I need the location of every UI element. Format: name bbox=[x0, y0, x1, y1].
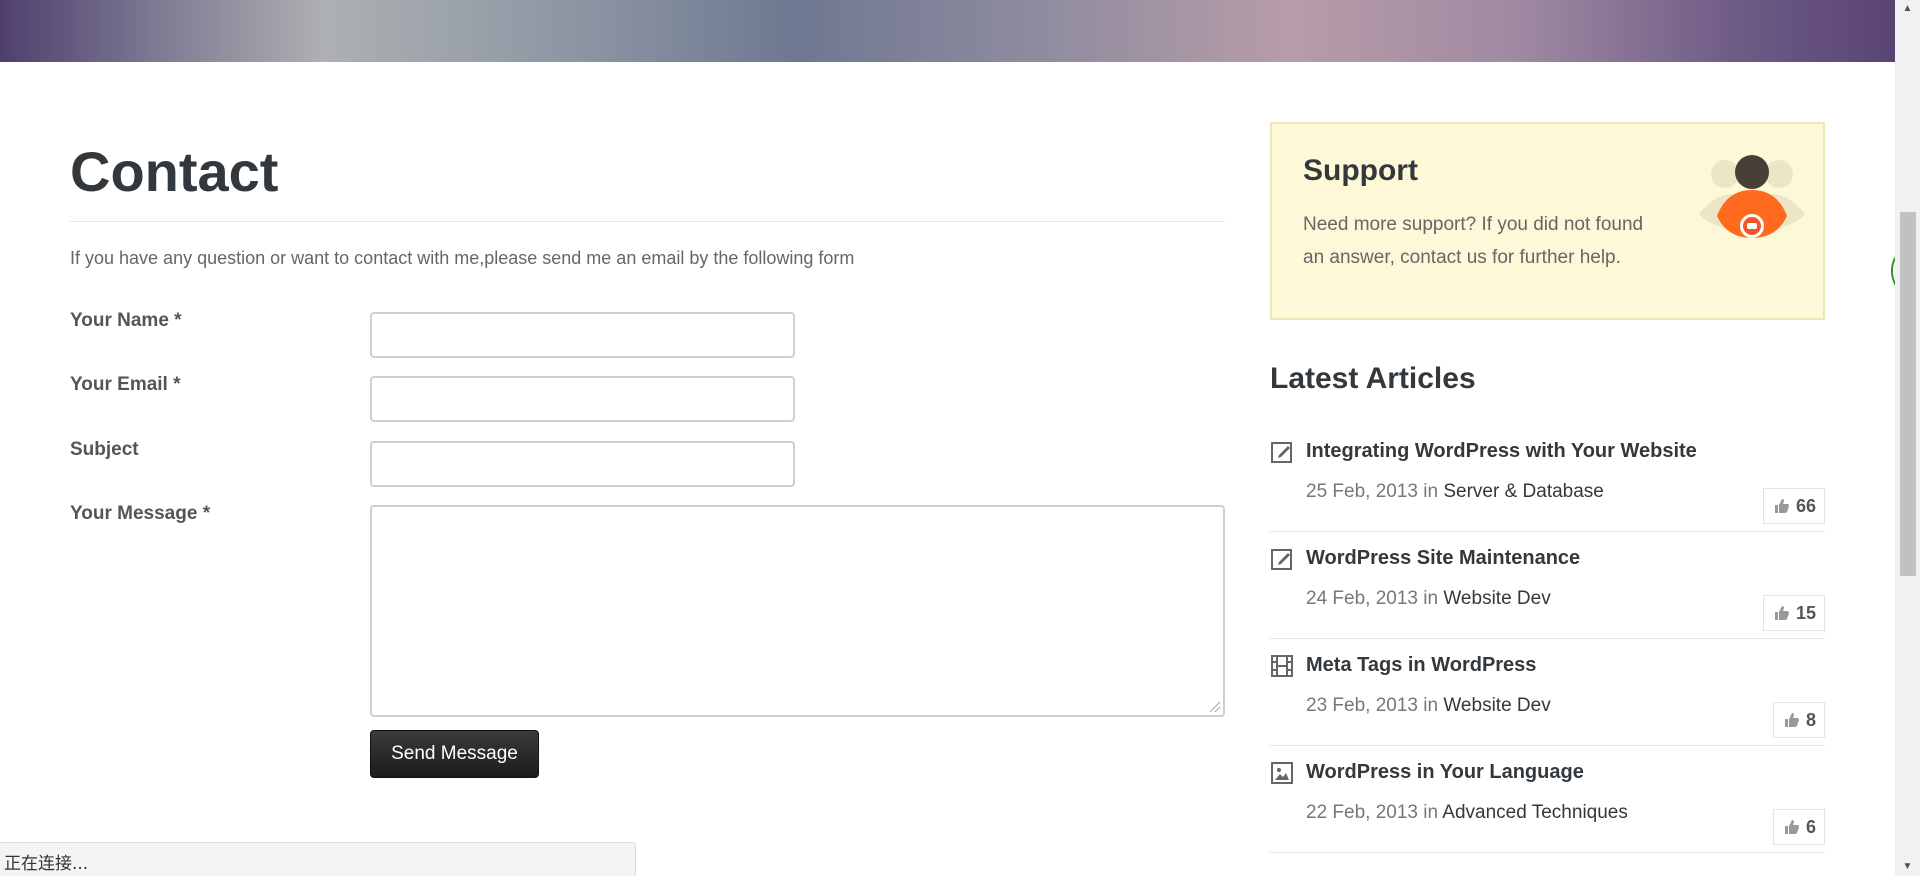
thumbs-up-icon bbox=[1784, 820, 1799, 834]
like-button[interactable]: 15 bbox=[1762, 595, 1825, 631]
article-item: WordPress Site Maintenance 24 Feb, 2013 … bbox=[1270, 531, 1825, 639]
article-date: 24 Feb, 2013 bbox=[1306, 588, 1418, 609]
latest-articles-title: Latest Articles bbox=[1270, 362, 1476, 395]
send-message-button[interactable]: Send Message bbox=[370, 730, 539, 778]
page: Contact If you have any question or want… bbox=[0, 0, 1920, 876]
article-title-link[interactable]: WordPress in Your Language bbox=[1306, 761, 1584, 784]
message-textarea[interactable] bbox=[370, 505, 1225, 717]
support-title: Support bbox=[1303, 154, 1418, 187]
article-item: WordPress in Your Language 22 Feb, 2013 … bbox=[1270, 745, 1825, 853]
film-icon bbox=[1271, 655, 1293, 677]
support-text: Need more support? If you did not found … bbox=[1303, 214, 1644, 268]
vertical-scrollbar[interactable]: ▲ ▼ bbox=[1895, 0, 1920, 876]
email-input[interactable] bbox=[370, 376, 795, 422]
article-title-link[interactable]: WordPress Site Maintenance bbox=[1306, 547, 1580, 570]
article-in: in bbox=[1423, 695, 1439, 716]
scrollbar-thumb[interactable] bbox=[1900, 212, 1916, 576]
article-category-link[interactable]: Website Dev bbox=[1443, 695, 1550, 716]
like-button[interactable]: 66 bbox=[1762, 488, 1825, 524]
article-meta: 22 Feb, 2013 in Advanced Techniques bbox=[1306, 802, 1628, 824]
like-button[interactable]: 8 bbox=[1772, 702, 1825, 738]
edit-icon bbox=[1271, 549, 1292, 570]
textarea-resize-handle[interactable] bbox=[1210, 702, 1220, 712]
contact-intro: If you have any question or want to cont… bbox=[70, 248, 855, 268]
subject-label: Subject bbox=[70, 439, 139, 460]
title-divider bbox=[70, 221, 1225, 222]
name-input[interactable] bbox=[370, 312, 795, 358]
article-item: Meta Tags in WordPress 23 Feb, 2013 in W… bbox=[1270, 638, 1825, 746]
article-category-link[interactable]: Website Dev bbox=[1443, 588, 1550, 609]
article-title-link[interactable]: Integrating WordPress with Your Website bbox=[1306, 440, 1697, 463]
scroll-down-arrow-icon[interactable]: ▼ bbox=[1895, 858, 1920, 876]
article-title-link[interactable]: Meta Tags in WordPress bbox=[1306, 654, 1536, 677]
article-item: Integrating WordPress with Your Website … bbox=[1270, 424, 1825, 532]
article-meta: 23 Feb, 2013 in Website Dev bbox=[1306, 695, 1551, 717]
article-in: in bbox=[1423, 588, 1439, 609]
thumbs-up-icon bbox=[1774, 499, 1789, 513]
scroll-up-arrow-icon[interactable]: ▲ bbox=[1895, 0, 1920, 18]
article-date: 22 Feb, 2013 bbox=[1306, 802, 1418, 823]
article-date: 25 Feb, 2013 bbox=[1306, 481, 1418, 502]
header-banner bbox=[0, 0, 1895, 62]
contact-section: Contact If you have any question or want… bbox=[70, 140, 1225, 778]
like-button[interactable]: 6 bbox=[1772, 809, 1825, 845]
browser-status-bar: 正在连接... bbox=[0, 842, 636, 876]
subject-input[interactable] bbox=[370, 441, 795, 487]
image-icon bbox=[1271, 762, 1293, 784]
like-count: 6 bbox=[1805, 816, 1816, 837]
article-category-link[interactable]: Advanced Techniques bbox=[1442, 802, 1628, 823]
page-title: Contact bbox=[70, 140, 279, 203]
article-in: in bbox=[1423, 481, 1439, 502]
like-count: 15 bbox=[1795, 602, 1816, 623]
support-agent-icon bbox=[1699, 155, 1805, 238]
article-date: 23 Feb, 2013 bbox=[1306, 695, 1418, 716]
thumbs-up-icon bbox=[1774, 606, 1789, 620]
article-meta: 24 Feb, 2013 in Website Dev bbox=[1306, 588, 1551, 610]
article-meta: 25 Feb, 2013 in Server & Database bbox=[1306, 481, 1604, 503]
like-count: 66 bbox=[1795, 495, 1816, 516]
support-box: Support Need more support? If you did no… bbox=[1270, 122, 1825, 320]
like-count: 8 bbox=[1805, 709, 1816, 730]
email-label: Your Email * bbox=[70, 374, 181, 395]
article-category-link[interactable]: Server & Database bbox=[1443, 481, 1604, 502]
article-in: in bbox=[1423, 802, 1439, 823]
name-label: Your Name * bbox=[70, 310, 182, 331]
edit-icon bbox=[1271, 442, 1292, 463]
message-label: Your Message * bbox=[70, 503, 211, 524]
thumbs-up-icon bbox=[1784, 713, 1799, 727]
